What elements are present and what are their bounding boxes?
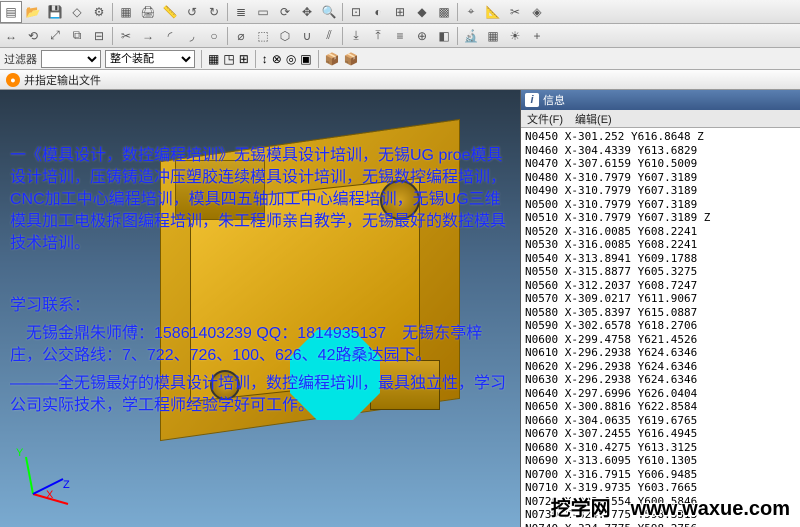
mirror-icon[interactable]: ⧉	[66, 25, 88, 47]
file-open-icon[interactable]: 📂	[22, 1, 44, 23]
axis-triad: X Y Z	[18, 449, 78, 509]
model-pad	[370, 360, 440, 410]
table-icon[interactable]: ▦	[115, 1, 137, 23]
info-menu-edit[interactable]: 编辑(E)	[575, 111, 612, 127]
watermark: 挖学网 www.waxue.com	[551, 492, 790, 521]
filter-tool-5-icon[interactable]: ⊗	[272, 52, 282, 66]
file-new-icon[interactable]: ▤	[0, 1, 22, 23]
undo-icon[interactable]: ↺	[181, 1, 203, 23]
project-icon[interactable]: ⤓	[345, 25, 367, 47]
zoom-icon[interactable]: 🔍	[318, 1, 340, 23]
filter-select-2[interactable]: 整个装配	[105, 50, 195, 68]
cog-icon[interactable]: ⚙	[88, 1, 110, 23]
extend-icon[interactable]: →	[137, 25, 159, 47]
pattern-icon[interactable]: ⊟	[88, 25, 110, 47]
rotate-3d-icon[interactable]: ⟲	[22, 25, 44, 47]
model-hole-1	[380, 180, 420, 220]
mate-icon[interactable]: ◧	[433, 25, 455, 47]
step-prompt-bar: ● 并指定输出文件	[0, 70, 800, 90]
filter-tool-8-icon[interactable]: 📦	[325, 52, 340, 66]
print-icon[interactable]: 🖨	[137, 1, 159, 23]
draft-icon[interactable]: ⬚	[252, 25, 274, 47]
info-icon: i	[525, 93, 539, 107]
cube-icon[interactable]: ◇	[66, 1, 88, 23]
toolbar-secondary: ↔⟲⤢⧉⊟✂→◜◞○⌀⬚⬡∪⫽⤓⤒≡⊕◧🔬▦☀+	[0, 24, 800, 48]
filter-tool-1-icon[interactable]: ▦	[208, 52, 219, 66]
axis-x-label: X	[46, 489, 53, 501]
analyze-icon[interactable]: 🔬	[460, 25, 482, 47]
model-hole-2	[210, 370, 240, 400]
toolbar-primary: ▤📂💾◇⚙▦🖨📏↺↻≣▭⟳✥🔍⊡◐⊞◆▩⌖📐✂◈	[0, 0, 800, 24]
cut-icon[interactable]: ✂	[504, 1, 526, 23]
filter-tool-7-icon[interactable]: ▣	[300, 52, 311, 66]
filter-tool-3-icon[interactable]: ⊞	[239, 52, 249, 66]
iso-icon[interactable]: ◈	[526, 1, 548, 23]
chamfer-icon[interactable]: ◞	[181, 25, 203, 47]
render-icon[interactable]: ☀	[504, 25, 526, 47]
boolean-icon[interactable]: ∪	[296, 25, 318, 47]
ruler-icon[interactable]: 📏	[159, 1, 181, 23]
measure-icon[interactable]: 📐	[482, 1, 504, 23]
thread-icon[interactable]: ⌀	[230, 25, 252, 47]
fillet-icon[interactable]: ◜	[159, 25, 181, 47]
axis-z-label: Z	[63, 479, 70, 491]
align-icon[interactable]: ≡	[389, 25, 411, 47]
info-panel-titlebar[interactable]: i 信息	[521, 90, 800, 110]
info-panel-body[interactable]: N0450 X-301.252 Y616.8648 Z N0460 X-304.…	[521, 128, 800, 527]
save-icon[interactable]: 💾	[44, 1, 66, 23]
grid-icon[interactable]: ▩	[433, 1, 455, 23]
plus-icon[interactable]: +	[526, 25, 548, 47]
filter-tool-4-icon[interactable]: ↕	[262, 52, 268, 66]
graphics-viewport[interactable]: 一《模具设计，数控编程培训》无锡模具设计培训，无锡UG proe模具设计培训，压…	[0, 90, 800, 527]
scale-icon[interactable]: ⤢	[44, 25, 66, 47]
mold-model	[120, 110, 520, 527]
axis-y-label: Y	[16, 447, 23, 459]
hole-icon[interactable]: ○	[203, 25, 225, 47]
shell-icon[interactable]: ⬡	[274, 25, 296, 47]
shade-icon[interactable]: ◆	[411, 1, 433, 23]
filter-tool-6-icon[interactable]: ◎	[286, 52, 296, 66]
layers-icon[interactable]: ≣	[230, 1, 252, 23]
snap-icon[interactable]: ⌖	[460, 1, 482, 23]
filter-label: 过滤器	[4, 51, 37, 67]
model-selected-face	[290, 330, 380, 420]
redo-icon[interactable]: ↻	[203, 1, 225, 23]
step-icon: ●	[6, 73, 20, 87]
info-panel-menubar: 文件(F) 编辑(E)	[521, 110, 800, 128]
filter-tool-9-icon[interactable]: 📦	[344, 52, 359, 66]
step-prompt-text: 并指定输出文件	[24, 72, 101, 88]
fit-icon[interactable]: ⊡	[345, 1, 367, 23]
filter-select-1[interactable]	[41, 50, 101, 68]
split-icon[interactable]: ⫽	[318, 25, 340, 47]
filter-bar: 过滤器 整个装配 ▦ ◳ ⊞ ↕ ⊗ ◎ ▣ 📦 📦	[0, 48, 800, 70]
wire-icon[interactable]: ⊞	[389, 1, 411, 23]
select-icon[interactable]: ▭	[252, 1, 274, 23]
info-panel-title: 信息	[543, 92, 565, 108]
move-icon[interactable]: ↔	[0, 25, 22, 47]
info-panel: i 信息 文件(F) 编辑(E) N0450 X-301.252 Y616.86…	[520, 90, 800, 527]
info-menu-file[interactable]: 文件(F)	[527, 111, 563, 127]
mesh-icon[interactable]: ▦	[482, 25, 504, 47]
pan-icon[interactable]: ✥	[296, 1, 318, 23]
view-icon[interactable]: ◐	[367, 1, 389, 23]
trim-icon[interactable]: ✂	[115, 25, 137, 47]
assembly-icon[interactable]: ⊕	[411, 25, 433, 47]
offsets-icon[interactable]: ⤒	[367, 25, 389, 47]
rotate-icon[interactable]: ⟳	[274, 1, 296, 23]
filter-tool-2-icon[interactable]: ◳	[223, 52, 234, 66]
model-boss	[175, 160, 265, 220]
